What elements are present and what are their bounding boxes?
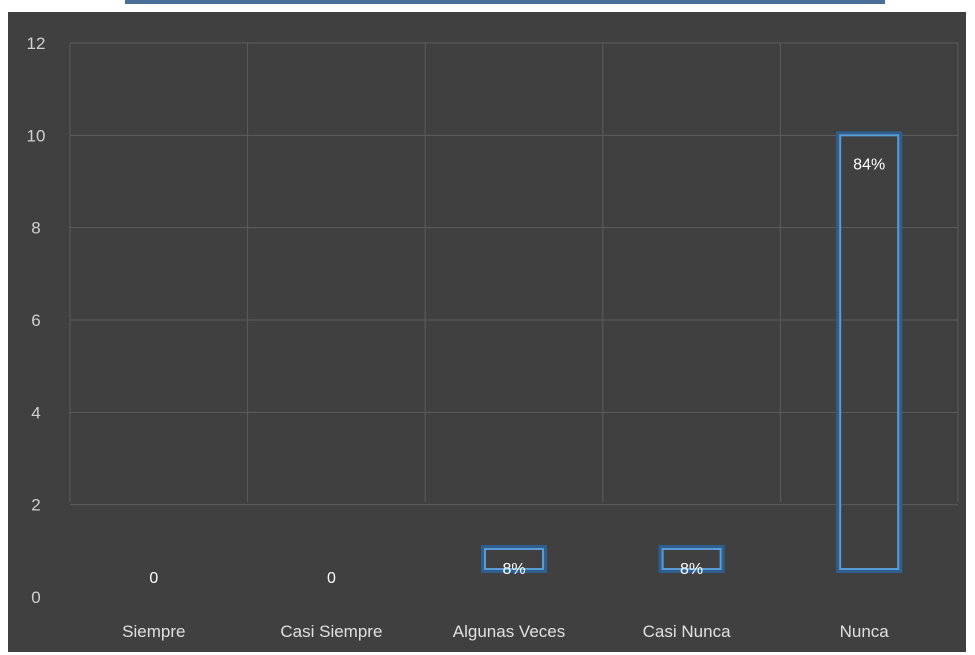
x-category-label: Siempre — [122, 622, 185, 641]
data-labels: 0 0 8% 8% 84% — [149, 156, 885, 587]
bar-glow — [836, 131, 903, 573]
x-category-label: Casi Siempre — [280, 622, 382, 641]
bar-chart: 0 2 4 6 8 10 12 0 0 8% 8% 84% Siempre Casi Siempre A… — [27, 34, 959, 641]
x-axis-categories: Siempre Casi Siempre Algunas Veces Casi Nun… — [122, 622, 889, 641]
data-label: 8% — [502, 561, 525, 578]
y-tick-label: 4 — [31, 403, 40, 422]
y-tick-label: 10 — [27, 126, 46, 145]
y-tick-label: 8 — [31, 219, 40, 238]
y-tick-label: 0 — [31, 588, 40, 607]
y-tick-label: 2 — [31, 496, 40, 515]
x-category-label: Algunas Veces — [453, 622, 565, 641]
y-axis-ticks: 0 2 4 6 8 10 12 — [27, 34, 46, 607]
x-category-label: Casi Nunca — [643, 622, 731, 641]
x-category-label: Nunca — [840, 622, 890, 641]
y-tick-label: 12 — [27, 34, 46, 53]
y-tick-label: 6 — [31, 311, 40, 330]
gridlines — [69, 42, 959, 506]
data-label: 8% — [680, 561, 703, 578]
data-label: 0 — [149, 570, 158, 587]
data-label: 84% — [853, 156, 885, 173]
data-label: 0 — [327, 570, 336, 587]
bars — [481, 131, 903, 573]
bar — [839, 134, 900, 570]
